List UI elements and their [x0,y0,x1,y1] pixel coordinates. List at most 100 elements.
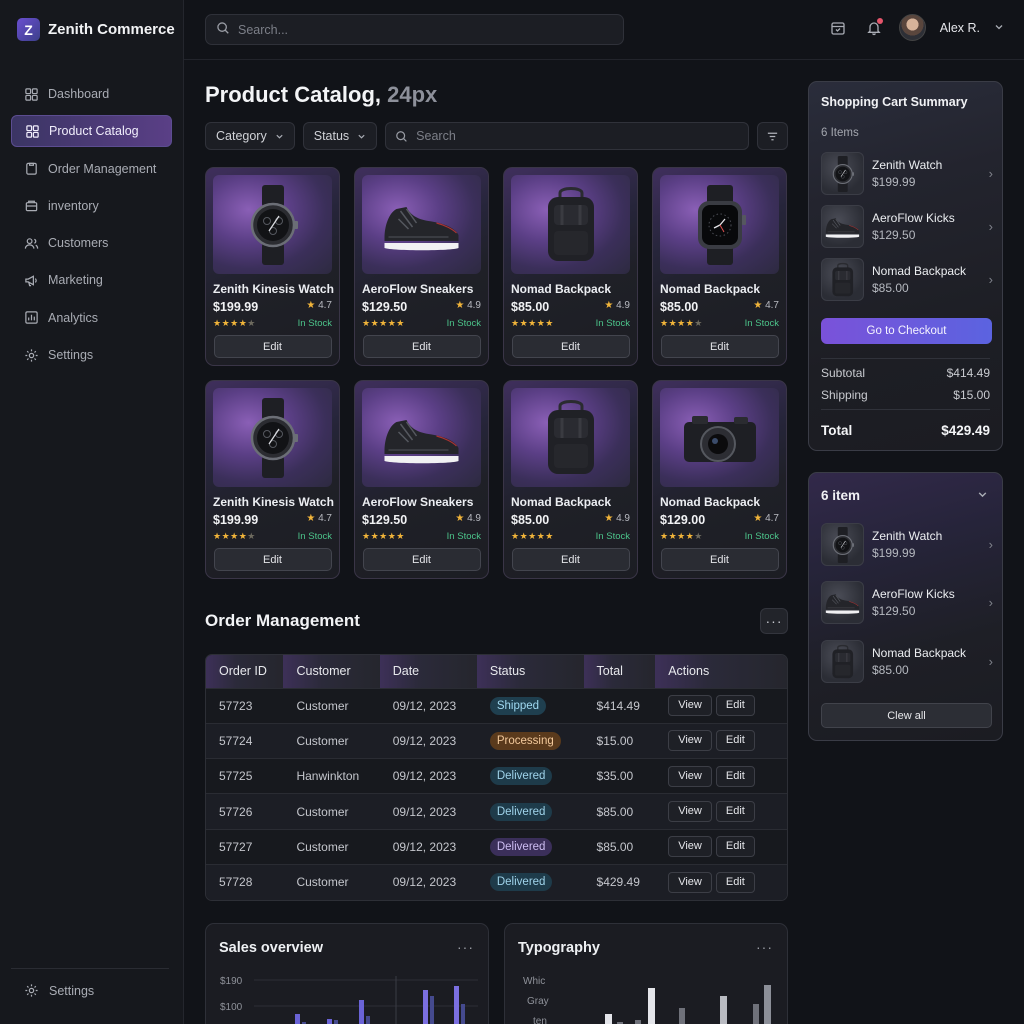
chevron-right-icon[interactable]: › [989,595,993,610]
order-total: $85.00 [583,793,656,830]
edit-product-button[interactable]: Edit [660,548,779,571]
edit-button[interactable]: Edit [715,871,755,893]
table-row[interactable]: 57723 Customer 09/12, 2023 Shipped $414.… [206,687,787,724]
edit-product-button[interactable]: Edit [213,548,332,571]
product-card[interactable]: Zenith Kinesis Watch $199.99 ★ 4.7 ★★★★★… [205,167,340,366]
product-card[interactable]: AeroFlow Sneakers $129.50 ★ 4.9 ★★★★★ In… [354,167,489,366]
chevron-right-icon[interactable]: › [989,537,993,552]
product-price: $199.99 [213,300,259,314]
column-header[interactable]: Date [379,655,477,688]
column-header[interactable]: Actions [655,655,787,688]
product-card[interactable]: Zenith Kinesis Watch $199.99 ★ 4.7 ★★★★★… [205,380,340,579]
chevron-right-icon[interactable]: › [989,272,993,287]
subtotal-label: Subtotal [821,366,866,380]
calendar-icon[interactable] [827,17,849,39]
edit-button[interactable]: Edit [715,730,755,752]
order-actions: View Edit [655,863,787,900]
product-card[interactable]: AeroFlow Sneakers $129.50 ★ 4.9 ★★★★★ In… [354,380,489,579]
view-button[interactable]: View [668,836,712,858]
typography-label: Whic [523,976,545,987]
cart-item[interactable]: AeroFlow Kicks $129.50 › [821,581,993,624]
cart-item[interactable]: AeroFlow Kicks $129.50 › [821,205,993,248]
catalog-search-input[interactable] [416,129,734,143]
chevron-down-icon[interactable] [977,489,988,503]
global-search-input[interactable] [238,22,605,37]
edit-product-button[interactable]: Edit [362,548,481,571]
cart-item[interactable]: Nomad Backpack $85.00 › [821,258,993,301]
sidebar-item-label: Product Catalog [49,124,139,139]
product-card[interactable]: Nomad Backpack $85.00 ★ 4.9 ★★★★★ In Sto… [503,380,638,579]
product-card[interactable]: Nomad Backpack $85.00 ★ 4.9 ★★★★★ In Sto… [503,167,638,366]
sidebar-item-customers[interactable]: Customers [11,227,172,259]
product-card[interactable]: Nomad Backpack $129.00 ★ 4.7 ★★★★★ In St… [652,380,787,579]
edit-button[interactable]: Edit [715,836,755,858]
sidebar-item-dashboard[interactable]: Dashboard [11,78,172,110]
total-label: Total [821,423,853,438]
edit-product-button[interactable]: Edit [213,335,332,358]
sidebar-item-product-catalog[interactable]: Product Catalog [11,115,172,148]
chevron-right-icon[interactable]: › [989,166,993,181]
table-row[interactable]: 57727 Customer 09/12, 2023 Delivered $85… [206,828,787,865]
view-button[interactable]: View [668,801,712,823]
table-row[interactable]: 57724 Customer 09/12, 2023 Processing $1… [206,722,787,759]
product-card[interactable]: Nomad Backpack $85.00 ★ 4.7 ★★★★★ In Sto… [652,167,787,366]
clear-all-button[interactable]: Clew all [821,703,992,728]
sidebar-item-settings[interactable]: Settings [11,339,172,371]
status-dropdown[interactable]: Status [302,122,378,150]
edit-product-button[interactable]: Edit [511,548,630,571]
table-row[interactable]: 57726 Customer 09/12, 2023 Delivered $85… [206,793,787,830]
stock-status: In Stock [446,531,481,542]
sidebar-item-inventory[interactable]: inventory [11,190,172,222]
orders-more-button[interactable]: ··· [760,608,788,634]
chevron-right-icon[interactable]: › [989,219,993,234]
order-status-cell: Delivered [476,793,584,830]
edit-button[interactable]: Edit [715,801,755,823]
sidebar-settings[interactable]: Settings [24,983,94,998]
column-header[interactable]: Order ID [206,655,284,688]
product-price: $129.50 [362,513,408,527]
cart-item-price: $85.00 [872,281,909,295]
rating-stars: ★★★★★ [362,318,405,328]
view-button[interactable]: View [668,695,712,717]
column-header[interactable]: Status [476,655,584,688]
user-name[interactable]: Alex R. [940,21,980,35]
orders-table: Order ID Customer Date Status Total Actions 5… [205,654,788,901]
product-rating: ★ 4.7 [306,513,332,527]
checkout-button[interactable]: Go to Checkout [821,318,992,344]
sidebar-item-order-management[interactable]: Order Management [11,153,172,185]
column-header[interactable]: Total [583,655,656,688]
edit-button[interactable]: Edit [715,765,755,787]
sidebar-item-marketing[interactable]: Marketing [11,264,172,296]
category-dropdown[interactable]: Category [205,122,295,150]
order-date: 09/12, 2023 [379,758,477,794]
cart-item-name: Zenith Watch [872,529,943,543]
sidebar-item-analytics[interactable]: Analytics [11,302,172,334]
cart-item[interactable]: Zenith Watch $199.99 › [821,152,993,195]
chart-icon [24,310,39,325]
cart-item[interactable]: Zenith Watch $199.99 › [821,523,993,566]
table-row[interactable]: 57728 Customer 09/12, 2023 Delivered $42… [206,863,787,900]
edit-product-button[interactable]: Edit [660,335,779,358]
table-row[interactable]: 57725 Hanwinkton 09/12, 2023 Delivered $… [206,758,787,794]
global-search[interactable] [205,14,624,45]
view-button[interactable]: View [668,765,712,787]
catalog-search[interactable] [385,122,749,150]
cart-item-thumbnail [821,205,864,248]
sales-bar [454,986,459,1024]
filter-button[interactable] [757,122,788,150]
edit-button[interactable]: Edit [715,695,755,717]
chevron-right-icon[interactable]: › [989,654,993,669]
bell-icon[interactable] [863,17,885,39]
view-button[interactable]: View [668,730,712,752]
brand-logo: Z [17,18,40,41]
sales-bar [359,1000,364,1024]
chevron-down-icon[interactable] [994,20,1004,35]
edit-product-button[interactable]: Edit [511,335,630,358]
order-id: 57725 [206,758,284,794]
column-header[interactable]: Customer [283,655,380,688]
view-button[interactable]: View [668,871,712,893]
avatar[interactable] [898,14,926,41]
cart-item[interactable]: Nomad Backpack $85.00 › [821,640,993,683]
brand[interactable]: Z Zenith Commerce [17,18,175,41]
edit-product-button[interactable]: Edit [362,335,481,358]
